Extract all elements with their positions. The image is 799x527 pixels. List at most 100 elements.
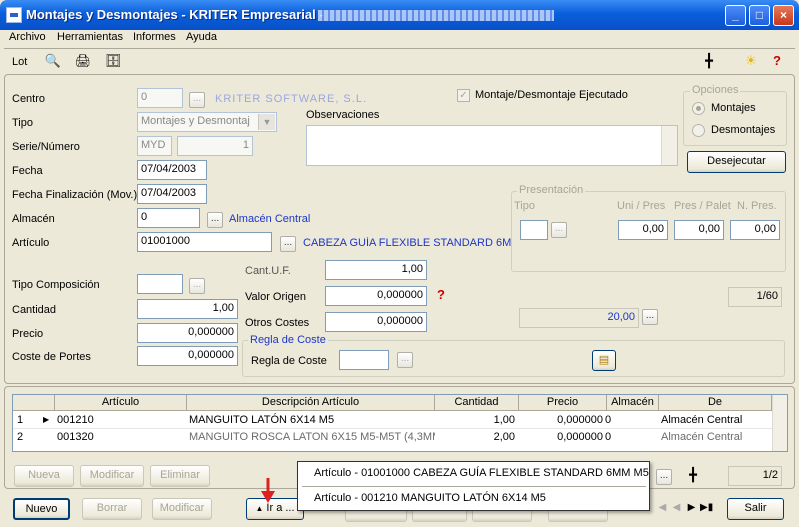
regla-coste-lookup-button[interactable]: ...	[397, 352, 413, 368]
observaciones-label: Observaciones	[306, 109, 380, 121]
desmontajes-radio[interactable]	[692, 124, 705, 137]
popup-separator	[302, 486, 646, 487]
coste-portes-input[interactable]: 0,000000	[137, 346, 238, 366]
almacen-description: Almacén Central	[229, 213, 311, 225]
lot-label[interactable]: Lot	[12, 56, 27, 68]
observaciones-scrollbar[interactable]	[661, 126, 677, 165]
modificar-button[interactable]: Modificar	[152, 498, 212, 520]
row-number: 2	[17, 431, 24, 443]
valor-origen-help-icon[interactable]: ?	[432, 287, 450, 303]
cantidad-label: Cantidad	[12, 304, 57, 316]
eliminar-line-button[interactable]: Eliminar	[150, 465, 210, 487]
salir-button[interactable]: Salir	[727, 498, 784, 520]
ira-up-icon: ▲	[255, 504, 264, 513]
nueva-line-button[interactable]: Nueva	[14, 465, 74, 487]
presentacion-tipo-lookup-button[interactable]: ...	[551, 222, 567, 238]
n-pres-input[interactable]: 0,00	[730, 220, 780, 240]
grid-header-articulo[interactable]: Artículo	[55, 395, 187, 411]
fecha-fin-input[interactable]: 07/04/2003	[137, 184, 207, 204]
almacen-input[interactable]: 0	[137, 208, 200, 228]
precio-input[interactable]: 0,000000	[137, 323, 238, 343]
lines-lookup-button[interactable]: ...	[656, 469, 672, 485]
modificar-line-button[interactable]: Modificar	[80, 465, 144, 487]
export-icon[interactable]: 🗄	[104, 53, 122, 69]
otros-costes-input[interactable]: 0,000000	[325, 312, 427, 332]
nav-first-icon[interactable]: ◀	[656, 500, 669, 515]
cantidad-input[interactable]: 1,00	[137, 299, 238, 319]
centro-input[interactable]: 0	[137, 88, 183, 108]
ejecutado-checkbox[interactable]: ✓	[457, 89, 470, 102]
tipo-select[interactable]: Montajes y Desmontaj	[137, 112, 277, 132]
articulo-input[interactable]: 01001000	[137, 232, 272, 252]
row-articulo: 001320	[57, 431, 94, 443]
almacen-label: Almacén	[12, 213, 55, 225]
lines-page-counter: 1/2	[728, 466, 782, 486]
tipo-dropdown-icon[interactable]: ▼	[258, 114, 275, 130]
popup-item-articulo-01001000[interactable]: Artículo - 01001000 CABEZA GUÍA FLEXIBLE…	[314, 467, 649, 479]
montajes-label: Montajes	[711, 102, 756, 114]
tipo-composicion-lookup-button[interactable]: ...	[189, 278, 205, 294]
row-almacen: Almacén Central	[661, 431, 743, 443]
articulo-lookup-button[interactable]: ...	[280, 236, 296, 252]
centro-label: Centro	[12, 93, 46, 105]
close-button[interactable]: ×	[773, 5, 794, 26]
cant-uf-input[interactable]: 1,00	[325, 260, 427, 280]
numero-input[interactable]: 1	[177, 136, 253, 156]
uni-pres-label: Uni / Pres	[617, 200, 666, 212]
desejecutar-button[interactable]: Desejecutar	[687, 151, 786, 173]
row-almacen-code: 0	[605, 414, 612, 426]
menu-herramientas[interactable]: Herramientas	[57, 31, 123, 43]
calculator-button[interactable]: ▤	[592, 350, 616, 371]
borrar-button[interactable]: Borrar	[82, 498, 142, 520]
grid-header-de[interactable]: De	[659, 395, 772, 411]
coste-portes-label: Coste de Portes	[12, 351, 91, 363]
print-icon[interactable]: 🖨	[74, 53, 92, 69]
presentacion-tipo-input[interactable]	[520, 220, 548, 240]
nuevo-button[interactable]: Nuevo	[13, 498, 70, 520]
grid-header-descripcion[interactable]: Descripción Artículo	[187, 395, 435, 411]
grid-header-cantidad[interactable]: Cantidad	[435, 395, 519, 411]
help-icon[interactable]: ?	[768, 53, 786, 69]
menu-ayuda[interactable]: Ayuda	[186, 31, 217, 43]
grid-header-precio[interactable]: Precio	[519, 395, 607, 411]
grid-scrollbar[interactable]	[772, 395, 787, 451]
popup-item-articulo-001210[interactable]: Artículo - 001210 MANGUITO LATÓN 6X14 M5	[314, 492, 546, 504]
regla-coste-input[interactable]	[339, 350, 389, 370]
tipo-composicion-input[interactable]	[137, 274, 183, 294]
montajes-radio[interactable]	[692, 102, 705, 115]
serie-input[interactable]: MYD	[137, 136, 172, 156]
presentacion-caption: Presentación	[517, 184, 586, 196]
row-articulo: 001210	[57, 414, 94, 426]
maximize-button[interactable]: □	[749, 5, 770, 26]
row-cantidad: 1,00	[493, 414, 515, 426]
almacen-lookup-button[interactable]: ...	[207, 212, 223, 228]
grid-settings-icon[interactable]: ╋	[700, 53, 718, 69]
observaciones-textarea[interactable]	[306, 125, 678, 166]
menu-archivo[interactable]: Archivo	[9, 31, 46, 43]
app-icon	[6, 7, 22, 23]
window-title: Montajes y Desmontajes - KRITER Empresar…	[26, 7, 324, 22]
fecha-input[interactable]: 07/04/2003	[137, 160, 207, 180]
menu-informes[interactable]: Informes	[133, 31, 176, 43]
uni-pres-input[interactable]: 0,00	[618, 220, 668, 240]
row-precio: 0,000000	[557, 431, 603, 443]
preview-icon[interactable]: 🔍	[44, 53, 62, 69]
table-row[interactable]: 1 ▶ 001210 MANGUITO LATÓN 6X14 M5 1,00 0…	[13, 412, 772, 429]
nav-next-icon[interactable]: ▶	[685, 500, 698, 515]
row-precio: 0,000000	[557, 414, 603, 426]
pres-palet-label: Pres / Palet	[674, 200, 731, 212]
total-lookup-button[interactable]: ...	[642, 309, 658, 325]
pres-palet-input[interactable]: 0,00	[674, 220, 724, 240]
centro-lookup-button[interactable]: ...	[189, 92, 205, 108]
valor-origen-input[interactable]: 0,000000	[325, 286, 427, 306]
lightbulb-icon[interactable]: ☀	[742, 53, 760, 69]
precio-label: Precio	[12, 328, 44, 340]
grid-header-almacen[interactable]: Almacén	[607, 395, 659, 411]
minimize-button[interactable]: _	[725, 5, 746, 26]
nav-prev-icon[interactable]: ◀	[670, 500, 683, 515]
table-row[interactable]: 2 001320 MANGUITO ROSCA LATON 6X15 M5-M5…	[13, 429, 772, 446]
toolbar-separator	[4, 48, 795, 49]
row-almacen: Almacén Central	[661, 414, 743, 426]
nav-last-icon[interactable]: ▶▮	[700, 500, 713, 515]
lines-grid-settings-icon[interactable]: ╋	[684, 467, 702, 483]
